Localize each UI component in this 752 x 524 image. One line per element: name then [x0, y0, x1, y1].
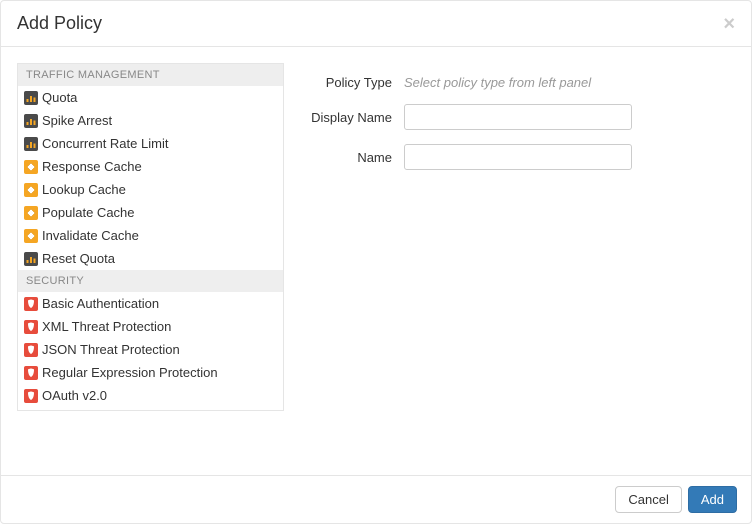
bars-icon — [24, 137, 38, 151]
policy-item-label: Quota — [42, 90, 77, 105]
display-name-input[interactable] — [404, 104, 632, 130]
policy-item[interactable]: OAuth v2.0 — [18, 384, 283, 407]
policy-item[interactable]: Concurrent Rate Limit — [18, 132, 283, 155]
shield-icon — [24, 320, 38, 334]
shield-icon — [24, 297, 38, 311]
add-button[interactable]: Add — [688, 486, 737, 513]
policy-item-label: Response Cache — [42, 159, 142, 174]
policy-item[interactable]: Regular Expression Protection — [18, 361, 283, 384]
close-icon[interactable]: × — [723, 14, 735, 34]
policy-item[interactable]: JSON Threat Protection — [18, 338, 283, 361]
modal-title: Add Policy — [17, 13, 102, 34]
display-name-label: Display Name — [304, 110, 404, 125]
policy-type-placeholder: Select policy type from left panel — [404, 75, 591, 90]
form-row-policy-type: Policy Type Select policy type from left… — [304, 75, 715, 90]
policy-item-label: Basic Authentication — [42, 296, 159, 311]
policy-form-panel: Policy Type Select policy type from left… — [300, 63, 735, 459]
policy-item[interactable]: Quota — [18, 86, 283, 109]
policy-item-label: Invalidate Cache — [42, 228, 139, 243]
form-row-display-name: Display Name — [304, 104, 715, 130]
policy-item-label: OAuth v2.0 — [42, 388, 107, 403]
modal-footer: Cancel Add — [1, 475, 751, 523]
policy-item-label: Regular Expression Protection — [42, 365, 218, 380]
policy-item[interactable]: XML Threat Protection — [18, 315, 283, 338]
policy-item[interactable]: Spike Arrest — [18, 109, 283, 132]
policy-item[interactable]: Basic Authentication — [18, 292, 283, 315]
name-input[interactable] — [404, 144, 632, 170]
policy-item-label: Concurrent Rate Limit — [42, 136, 168, 151]
policy-item-label: JSON Threat Protection — [42, 342, 180, 357]
policy-item-label: Lookup Cache — [42, 182, 126, 197]
shield-icon — [24, 343, 38, 357]
diamond-icon — [24, 229, 38, 243]
shield-icon — [24, 366, 38, 380]
policy-type-label: Policy Type — [304, 75, 404, 90]
name-label: Name — [304, 150, 404, 165]
policy-list-panel[interactable]: TRAFFIC MANAGEMENT Quota Spike Arrest Concu… — [17, 63, 284, 411]
policy-item-label: Reset Quota — [42, 251, 115, 266]
policy-item-label: XML Threat Protection — [42, 319, 171, 334]
form-row-name: Name — [304, 144, 715, 170]
policy-item[interactable]: Response Cache — [18, 155, 283, 178]
shield-icon — [24, 389, 38, 403]
bars-icon — [24, 252, 38, 266]
policy-item-label: Populate Cache — [42, 205, 135, 220]
modal-body: TRAFFIC MANAGEMENT Quota Spike Arrest Concu… — [1, 47, 751, 475]
diamond-icon — [24, 206, 38, 220]
category-header: SECURITY — [18, 270, 283, 292]
category-header: TRAFFIC MANAGEMENT — [18, 64, 283, 86]
modal-header: Add Policy × — [1, 1, 751, 47]
policy-item[interactable]: Populate Cache — [18, 201, 283, 224]
bars-icon — [24, 114, 38, 128]
add-policy-modal: Add Policy × TRAFFIC MANAGEMENT Quota Spik… — [0, 0, 752, 524]
policy-item[interactable]: Lookup Cache — [18, 178, 283, 201]
cancel-button[interactable]: Cancel — [615, 486, 681, 513]
diamond-icon — [24, 160, 38, 174]
bars-icon — [24, 91, 38, 105]
policy-item[interactable]: Reset Quota — [18, 247, 283, 270]
policy-item-label: Spike Arrest — [42, 113, 112, 128]
diamond-icon — [24, 183, 38, 197]
policy-item[interactable]: Invalidate Cache — [18, 224, 283, 247]
